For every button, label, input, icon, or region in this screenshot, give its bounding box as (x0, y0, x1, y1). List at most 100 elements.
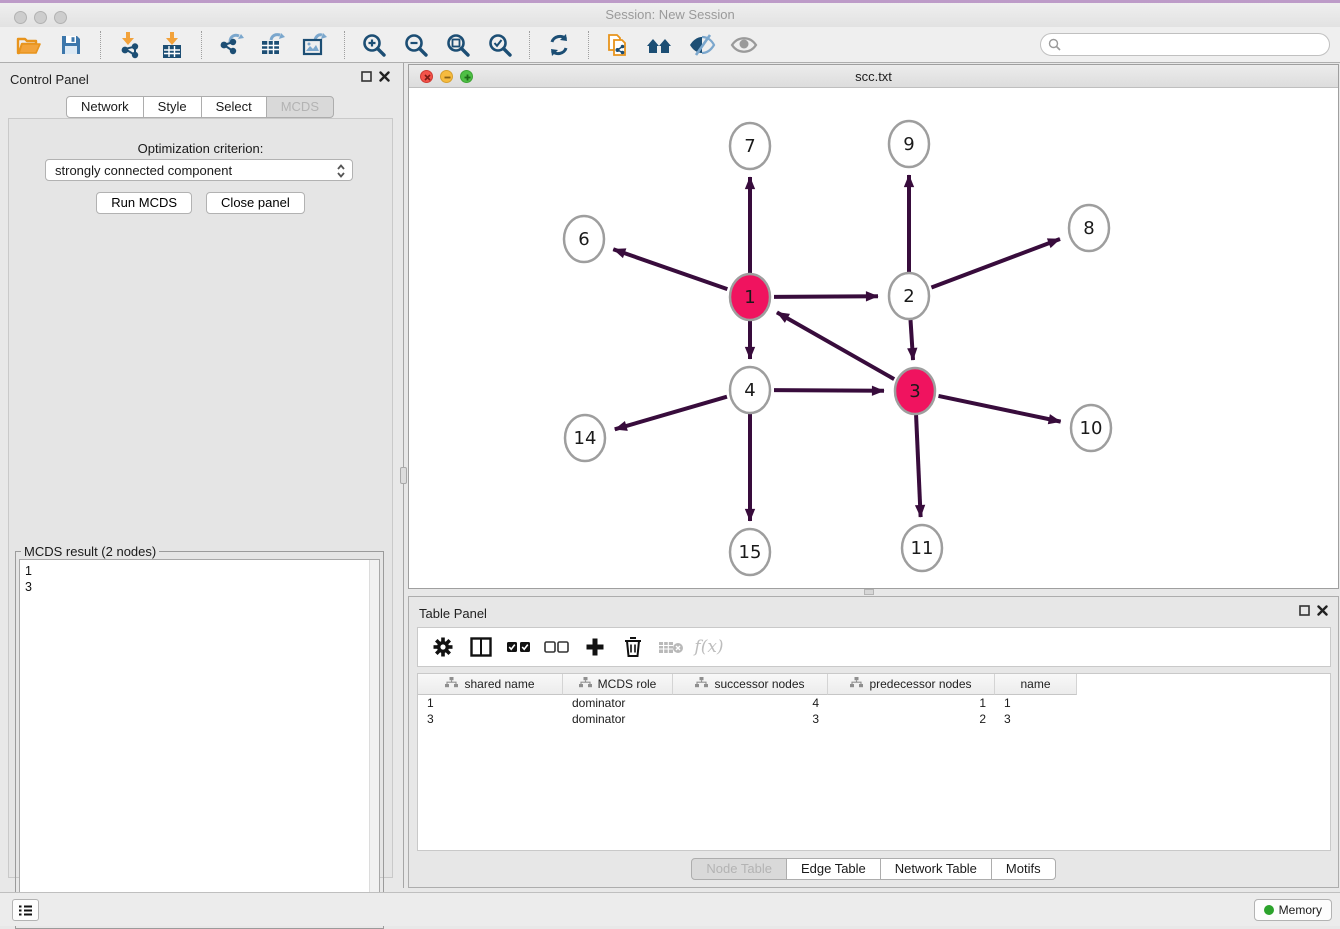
run-mcds-button[interactable]: Run MCDS (96, 192, 192, 214)
table-cell[interactable]: 1 (418, 695, 563, 711)
table-cell[interactable]: 1 (995, 695, 1077, 711)
task-history-button[interactable] (12, 899, 39, 921)
table-cell[interactable]: dominator (563, 711, 673, 727)
zoom-out-icon[interactable] (400, 30, 432, 60)
float-table-panel-icon[interactable] (1299, 605, 1310, 616)
node-8[interactable]: 8 (1069, 205, 1109, 251)
clone-network-icon[interactable] (602, 30, 634, 60)
column-type-icon (579, 677, 592, 691)
tab-network-table[interactable]: Network Table (880, 858, 992, 880)
column-type-icon (445, 677, 458, 691)
table-cell[interactable]: 3 (995, 711, 1077, 727)
edge-3-11[interactable] (916, 415, 921, 517)
table-cell[interactable]: 3 (418, 711, 563, 727)
close-table-panel-icon[interactable] (1317, 605, 1328, 616)
edge-4-14[interactable] (615, 397, 727, 430)
node-4[interactable]: 4 (730, 367, 770, 413)
tab-edge-table[interactable]: Edge Table (786, 858, 881, 880)
create-column-icon[interactable] (580, 633, 610, 661)
open-session-icon[interactable] (13, 30, 45, 60)
node-11[interactable]: 11 (902, 525, 942, 571)
close-panel-button[interactable]: Close panel (206, 192, 305, 214)
table-cell[interactable]: 3 (673, 711, 828, 727)
tab-motifs[interactable]: Motifs (991, 858, 1056, 880)
zoom-fit-icon[interactable] (442, 30, 474, 60)
table-cell[interactable]: 4 (673, 695, 828, 711)
mcds-result-textarea[interactable]: 1 3 (19, 559, 380, 925)
node-label: 15 (739, 542, 762, 563)
select-all-columns-icon[interactable] (504, 633, 534, 661)
node-1[interactable]: 1 (730, 274, 770, 320)
tab-network[interactable]: Network (66, 96, 144, 118)
export-network-icon[interactable] (215, 30, 247, 60)
horizontal-splitter-grip[interactable] (864, 589, 874, 595)
splitter-grip[interactable] (400, 467, 407, 484)
node-2[interactable]: 2 (889, 273, 929, 319)
status-bar: Memory (0, 892, 1340, 926)
column-header-MCDS-role[interactable]: MCDS role (563, 674, 673, 695)
optimization-criterion-label: Optimization criterion: (9, 141, 392, 156)
table-cell[interactable]: 1 (828, 695, 995, 711)
node-14[interactable]: 14 (565, 415, 605, 461)
edge-2-3[interactable] (911, 320, 914, 360)
node-label: 3 (909, 381, 920, 402)
first-neighbors-icon[interactable] (644, 30, 676, 60)
node-6[interactable]: 6 (564, 216, 604, 262)
table-row[interactable]: 1dominator411 (418, 695, 1330, 711)
node-7[interactable]: 7 (730, 123, 770, 169)
node-label: 4 (744, 380, 755, 401)
vertical-splitter[interactable] (400, 63, 408, 888)
export-table-icon[interactable] (257, 30, 289, 60)
export-image-icon[interactable] (299, 30, 331, 60)
graph-svg: 7 9 6 8 1 2 4 3 14 10 15 11 (409, 88, 1338, 588)
node-15[interactable]: 15 (730, 529, 770, 575)
edge-4-3[interactable] (774, 390, 884, 391)
close-panel-icon[interactable] (379, 71, 390, 82)
column-header-predecessor-nodes[interactable]: predecessor nodes (828, 674, 995, 695)
save-session-icon[interactable] (55, 30, 87, 60)
result-scrollbar[interactable] (369, 560, 379, 924)
column-type-icon (850, 677, 863, 691)
apply-layout-icon[interactable] (543, 30, 575, 60)
node-10[interactable]: 10 (1071, 405, 1111, 451)
table-cell[interactable]: 2 (828, 711, 995, 727)
import-table-icon[interactable] (156, 30, 188, 60)
network-canvas[interactable]: 7 9 6 8 1 2 4 3 14 10 15 11 (409, 88, 1338, 588)
show-all-icon[interactable] (728, 30, 760, 60)
column-header-successor-nodes[interactable]: successor nodes (673, 674, 828, 695)
hide-selected-icon[interactable] (686, 30, 718, 60)
zoom-in-icon[interactable] (358, 30, 390, 60)
unselect-all-columns-icon[interactable] (542, 633, 572, 661)
table-row[interactable]: 3dominator323 (418, 711, 1330, 727)
tab-node-table[interactable]: Node Table (691, 858, 787, 880)
table-cell[interactable]: dominator (563, 695, 673, 711)
mcds-result-group: MCDS result (2 nodes) 1 3 (15, 551, 384, 929)
optimization-criterion-select[interactable]: strongly connected component (45, 159, 353, 181)
tab-mcds[interactable]: MCDS (266, 96, 334, 118)
select-stepper-icon (336, 163, 346, 182)
import-network-icon[interactable] (114, 30, 146, 60)
node-table[interactable]: shared nameMCDS rolesuccessor nodesprede… (417, 673, 1331, 851)
network-window-titlebar[interactable]: scc.txt (409, 65, 1338, 88)
edge-1-2[interactable] (774, 296, 878, 297)
zoom-selected-icon[interactable] (484, 30, 516, 60)
table-options-icon[interactable] (428, 633, 458, 661)
tab-style[interactable]: Style (143, 96, 202, 118)
table-panel-title: Table Panel (419, 606, 487, 621)
edge-1-6[interactable] (613, 249, 727, 289)
show-columns-icon[interactable] (466, 633, 496, 661)
delete-columns-icon[interactable] (618, 633, 648, 661)
column-header-name[interactable]: name (995, 674, 1077, 695)
node-label: 11 (911, 538, 934, 559)
node-9[interactable]: 9 (889, 121, 929, 167)
memory-button[interactable]: Memory (1254, 899, 1332, 921)
edge-3-10[interactable] (938, 396, 1060, 422)
node-label: 8 (1083, 218, 1094, 239)
node-3[interactable]: 3 (895, 368, 935, 414)
column-header-shared-name[interactable]: shared name (418, 674, 563, 695)
float-panel-icon[interactable] (361, 71, 372, 82)
edge-3-1[interactable] (777, 312, 894, 379)
edge-2-8[interactable] (931, 239, 1060, 288)
search-input[interactable] (1040, 33, 1330, 56)
tab-select[interactable]: Select (201, 96, 267, 118)
